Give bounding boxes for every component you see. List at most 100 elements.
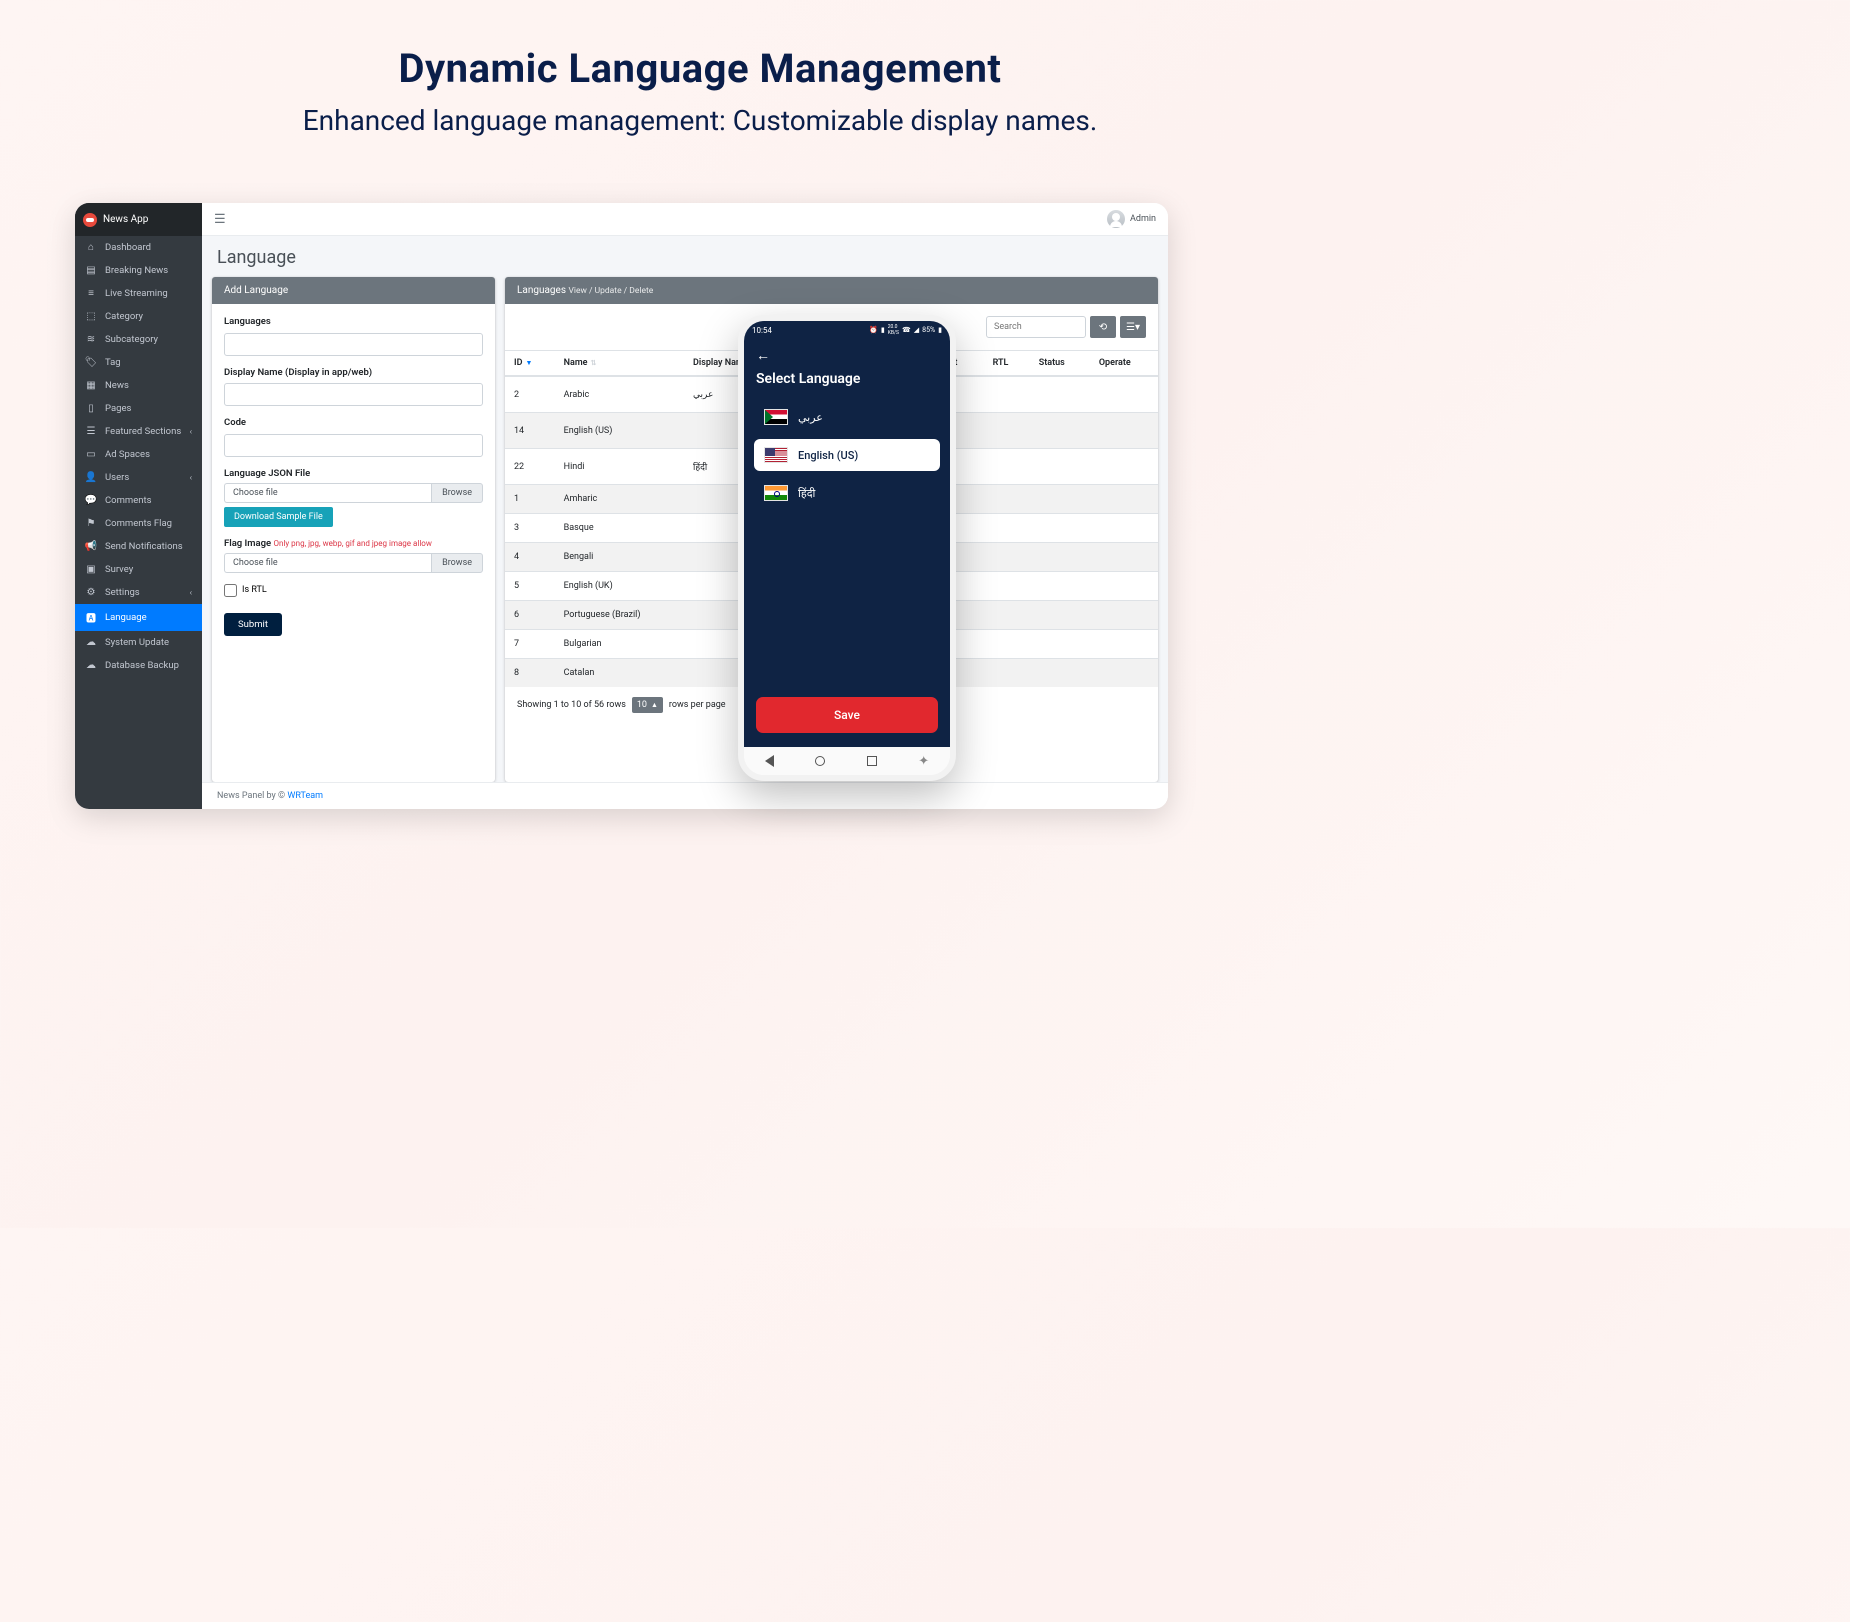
sidebar-item-settings[interactable]: ⚙Settings‹ — [75, 581, 202, 604]
nav-recent-icon[interactable] — [867, 756, 877, 766]
list-icon: ☰▾ — [1126, 322, 1140, 333]
languages-input[interactable] — [224, 333, 483, 356]
flag-browse-button[interactable]: Browse — [431, 553, 483, 573]
sidebar-item-live-streaming[interactable]: ≡ Live Streaming — [75, 282, 202, 305]
hamburger-icon[interactable]: ☰ — [214, 212, 226, 227]
nav-home-icon[interactable] — [815, 756, 825, 766]
sidebar-item-survey[interactable]: ▣Survey — [75, 558, 202, 581]
phone-status-bar: 10:54 ⏰ ▮ 20.0KB/S ☎ ◢ 85% ▮ — [744, 321, 950, 339]
sidebar-item-dashboard[interactable]: ⌂Dashboard — [75, 236, 202, 259]
language-option[interactable]: English (US) — [754, 439, 940, 471]
save-button[interactable]: Save — [756, 697, 938, 733]
code-input[interactable] — [224, 434, 483, 457]
languages-label: Languages — [224, 316, 483, 327]
main-area: ☰ Admin Language Add Language Languages … — [202, 203, 1168, 809]
cell-name: Portuguese (Brazil) — [555, 601, 684, 630]
sidebar-item-tag[interactable]: 🏷Tag — [75, 351, 202, 374]
sidebar-item-comments[interactable]: 💬Comments — [75, 489, 202, 512]
cell-operate — [1090, 413, 1158, 449]
flag-file-name: Choose file — [224, 553, 431, 573]
ad-icon: ▭ — [85, 449, 97, 460]
columns-button[interactable]: ☰▾ — [1120, 316, 1146, 338]
download-sample-button[interactable]: Download Sample File — [224, 507, 333, 527]
cell-rtl — [984, 543, 1030, 572]
voip-icon: ☎ — [902, 326, 911, 334]
language-option[interactable]: عربي — [754, 401, 940, 433]
cell-name: Bulgarian — [555, 630, 684, 659]
sidebar-item-ad-spaces[interactable]: ▭Ad Spaces — [75, 443, 202, 466]
sidebar-item-label: Comments Flag — [105, 518, 172, 529]
nav-back-icon[interactable] — [765, 755, 774, 767]
sidebar-brand[interactable]: News App — [75, 203, 202, 236]
is-rtl-checkbox[interactable] — [224, 584, 237, 597]
column-header[interactable]: RTL — [984, 351, 1030, 377]
sidebar-item-label: Subcategory — [105, 334, 158, 345]
flag-hint: Only png, jpg, webp, gif and jpeg image … — [274, 539, 432, 548]
cell-id: 2 — [505, 376, 555, 413]
search-input[interactable] — [986, 316, 1086, 338]
sidebar-item-category[interactable]: ⬚Category — [75, 305, 202, 328]
language-option[interactable]: हिंदी — [754, 477, 940, 509]
sidebar-item-featured-sections[interactable]: ☰Featured Sections‹ — [75, 420, 202, 443]
cell-operate — [1090, 485, 1158, 514]
flag-file-input[interactable]: Choose file Browse — [224, 553, 483, 573]
sidebar-item-pages[interactable]: ▯Pages — [75, 397, 202, 420]
cell-rtl — [984, 376, 1030, 413]
display-name-input[interactable] — [224, 383, 483, 406]
chevron-left-icon: ‹ — [190, 427, 192, 436]
sidebar-item-breaking-news[interactable]: ▤Breaking News — [75, 259, 202, 282]
avatar-icon — [1107, 210, 1125, 228]
sidebar: News App ⌂Dashboard▤Breaking News ≡ Live S… — [75, 203, 202, 809]
sidebar-item-label: Survey — [105, 564, 133, 575]
cell-status — [1030, 376, 1090, 413]
sidebar-item-database-backup[interactable]: ☁Database Backup — [75, 654, 202, 677]
column-header[interactable]: Status — [1030, 351, 1090, 377]
cell-rtl — [984, 413, 1030, 449]
cell-status — [1030, 485, 1090, 514]
sidebar-item-system-update[interactable]: ☁System Update — [75, 631, 202, 654]
flag-icon — [764, 409, 788, 425]
is-rtl-row[interactable]: Is RTL — [224, 584, 483, 597]
comments-icon: 💬 — [85, 495, 97, 506]
json-file-input[interactable]: Choose file Browse — [224, 483, 483, 503]
stream-icon: ≡ — [85, 288, 97, 299]
footer-link[interactable]: WRTeam — [287, 791, 323, 801]
sidebar-item-send-notifications[interactable]: 📢Send Notifications — [75, 535, 202, 558]
cell-status — [1030, 413, 1090, 449]
sidebar-item-subcategory[interactable]: ≋Subcategory — [75, 328, 202, 351]
refresh-button[interactable]: ⟲ — [1090, 316, 1116, 338]
language-icon: 🅰 — [85, 610, 97, 625]
cell-name: English (US) — [555, 413, 684, 449]
user-menu[interactable]: Admin — [1107, 210, 1156, 228]
topbar: ☰ Admin — [202, 203, 1168, 236]
json-file-name: Choose file — [224, 483, 431, 503]
json-file-label: Language JSON File — [224, 468, 483, 479]
column-header[interactable]: Name⇅ — [555, 351, 684, 377]
backup-icon: ☁ — [85, 660, 97, 671]
featured-icon: ☰ — [85, 426, 97, 437]
flag-image-label: Flag Image Only png, jpg, webp, gif and … — [224, 538, 483, 549]
column-header[interactable]: Operate — [1090, 351, 1158, 377]
cell-id: 22 — [505, 449, 555, 485]
cell-operate — [1090, 543, 1158, 572]
app-name: News App — [103, 214, 148, 225]
sidebar-item-users[interactable]: 👤Users‹ — [75, 466, 202, 489]
sidebar-item-language[interactable]: 🅰Language — [75, 604, 202, 631]
sidebar-item-label: Dashboard — [105, 242, 151, 253]
settings-icon: ⚙ — [85, 587, 97, 598]
json-browse-button[interactable]: Browse — [431, 483, 483, 503]
sidebar-item-news[interactable]: ▦News — [75, 374, 202, 397]
logo-icon — [83, 213, 97, 227]
list-card-header: Languages View / Update / Delete — [505, 277, 1158, 304]
admin-panel: News App ⌂Dashboard▤Breaking News ≡ Live S… — [75, 203, 1168, 809]
back-button[interactable]: ← — [756, 347, 938, 364]
sidebar-item-label: Live Streaming — [105, 288, 168, 299]
sidebar-item-comments-flag[interactable]: ⚑ Comments Flag — [75, 512, 202, 535]
flag-icon: ⚑ — [85, 518, 97, 529]
cell-status — [1030, 449, 1090, 485]
column-header[interactable]: ID▼ — [505, 351, 555, 377]
cell-status — [1030, 572, 1090, 601]
submit-button[interactable]: Submit — [224, 613, 282, 636]
accessibility-icon[interactable]: ✦ — [918, 754, 929, 769]
page-size-select[interactable]: 10 ▲ — [632, 697, 663, 713]
